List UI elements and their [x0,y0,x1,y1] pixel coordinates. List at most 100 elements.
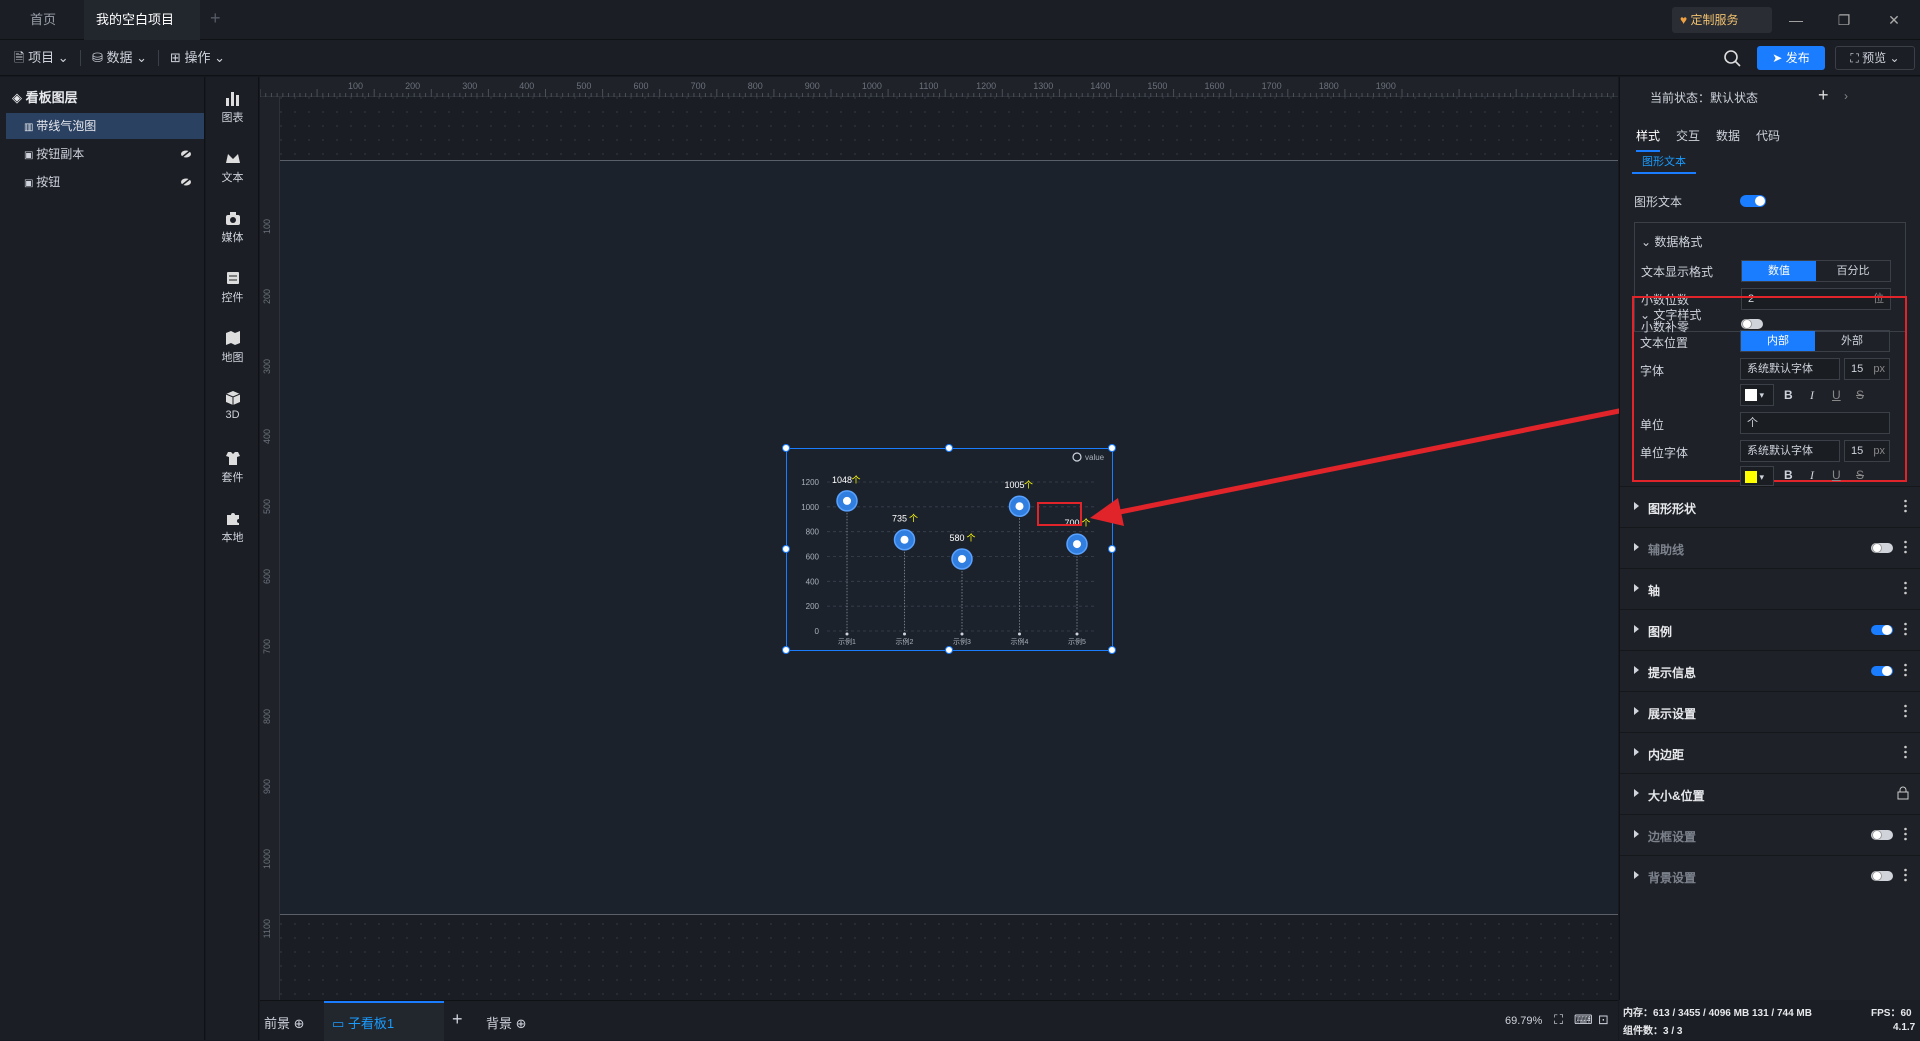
add-board-plus-icon[interactable]: + [452,1009,463,1030]
bubble-line-chart-widget[interactable]: value 0 200 400 600 800 1000 1200 1048 个示例1 735 个示例… [782,444,1116,654]
state-value[interactable]: 默认状态 [1710,91,1758,105]
unit-font-size-input[interactable]: 15 px [1844,440,1890,462]
strikethrough-icon[interactable]: S [1856,388,1864,402]
section-guide-line[interactable]: 辅助线 [1620,527,1920,568]
menu-operation[interactable]: ⊞ 操作 ⌄ [170,48,225,68]
chevron-right-icon[interactable]: › [1844,89,1848,103]
more-vertical-icon[interactable] [1904,704,1907,718]
graphic-text-toggle[interactable] [1740,195,1766,207]
italic-icon[interactable]: I [1810,468,1814,483]
section-tooltip[interactable]: 提示信息 [1620,650,1920,691]
add-circle-icon[interactable]: ⊕ [294,1016,305,1031]
resize-handle[interactable] [782,545,790,553]
tab-project[interactable]: 我的空白项目 [84,0,200,65]
lock-icon[interactable] [1897,786,1909,800]
add-state-plus-icon[interactable]: + [1818,85,1829,106]
tab-interaction[interactable]: 交互 [1676,127,1700,144]
layer-item-button[interactable]: ▣ 按钮 [6,169,204,195]
fit-screen-icon[interactable]: ⛶ [1554,1012,1563,1028]
tab-code[interactable]: 代码 [1756,127,1780,144]
tab-data[interactable]: 数据 [1716,127,1740,144]
tab-style[interactable]: 样式 [1636,127,1661,152]
restore-icon[interactable]: ❐ [1834,10,1854,30]
layer-item-bubble-chart[interactable]: ▥ 带线气泡图 [6,113,204,139]
section-border[interactable]: 边框设置 [1620,814,1920,855]
section-padding[interactable]: 内边距 [1620,732,1920,773]
keyboard-icon[interactable]: ⌨ [1574,1012,1593,1028]
eye-hidden-icon[interactable] [180,177,192,187]
more-vertical-icon[interactable] [1904,581,1907,595]
display-format-percent-option[interactable]: 百分比 [1816,261,1890,281]
data-format-title[interactable]: ⌄ 数据格式 [1641,233,1702,250]
more-vertical-icon[interactable] [1904,622,1907,636]
section-legend[interactable]: 图例 [1620,609,1920,650]
more-vertical-icon[interactable] [1904,827,1907,841]
terminal-icon[interactable]: ⊡ [1598,1012,1609,1028]
ruler-top[interactable]: 100 200 300 400 500 600 700 800 900 1000 1100 1200 1… [260,77,1618,97]
add-circle-icon[interactable]: ⊕ [516,1016,527,1031]
section-toggle[interactable] [1871,543,1893,553]
section-toggle[interactable] [1871,666,1893,676]
section-axis[interactable]: 轴 [1620,568,1920,609]
rail-item-kit[interactable]: 套件 [206,445,259,491]
resize-handle[interactable] [945,444,953,452]
font-size-input[interactable]: 15 px [1844,358,1890,380]
more-vertical-icon[interactable] [1904,868,1907,882]
rail-item-chart[interactable]: 图表 [206,85,259,131]
more-vertical-icon[interactable] [1904,499,1907,513]
subtab-graphic-text[interactable]: 图形文本 [1632,152,1696,174]
resize-handle[interactable] [782,646,790,654]
italic-icon[interactable]: I [1810,388,1814,403]
rail-item-media[interactable]: 媒体 [206,205,259,251]
text-position-outside-option[interactable]: 外部 [1815,331,1889,351]
menu-project[interactable]: 🗎 项目 ⌄ [14,48,69,68]
text-position-inside-option[interactable]: 内部 [1741,331,1815,351]
unit-font-color-picker[interactable]: ▾ [1740,466,1774,486]
tab-background[interactable]: 背景 ⊕ [486,1013,527,1032]
resize-handle[interactable] [782,444,790,452]
unit-font-select[interactable]: 系统默认字体 [1740,440,1840,462]
strikethrough-icon[interactable]: S [1856,468,1864,482]
bold-icon[interactable]: B [1784,468,1793,482]
rail-item-3d[interactable]: 3D [206,385,259,431]
resize-handle[interactable] [1108,646,1116,654]
new-tab-plus-icon[interactable]: + [210,8,221,29]
section-background[interactable]: 背景设置 [1620,855,1920,896]
tab-foreground[interactable]: 前景 ⊕ [264,1013,305,1032]
more-vertical-icon[interactable] [1904,663,1907,677]
custom-service-button[interactable]: ♥ 定制服务 [1672,7,1772,33]
layer-item-button-copy[interactable]: ▣ 按钮副本 [6,141,204,167]
close-icon[interactable]: ✕ [1884,10,1904,30]
section-toggle[interactable] [1871,625,1893,635]
section-display[interactable]: 展示设置 [1620,691,1920,732]
rail-item-control[interactable]: 控件 [206,265,259,311]
font-color-picker[interactable]: ▾ [1740,384,1774,406]
search-icon[interactable] [1722,48,1742,68]
eye-hidden-icon[interactable] [180,149,192,159]
publish-button[interactable]: ➤ 发布 [1757,46,1825,70]
more-vertical-icon[interactable] [1904,745,1907,759]
resize-handle[interactable] [945,646,953,654]
section-graphic-shape[interactable]: 图形形状 [1620,486,1920,527]
unit-input[interactable]: 个 [1740,412,1890,434]
section-size-position[interactable]: 大小&位置 [1620,773,1920,814]
more-vertical-icon[interactable] [1904,540,1907,554]
minimize-icon[interactable]: — [1786,10,1806,30]
rail-item-text[interactable]: 文本 [206,145,259,191]
ruler-left[interactable]: 100 200 300 400 500 600 700 800 900 1000 1100 [260,97,280,1000]
text-style-title[interactable]: ⌄ 文字样式 [1640,306,1701,323]
underline-icon[interactable]: U [1832,388,1841,402]
menu-data[interactable]: ⛁ 数据 ⌄ [92,48,147,68]
tab-home[interactable]: 首页 [18,0,68,40]
rail-item-local[interactable]: 本地 [206,505,259,551]
underline-icon[interactable]: U [1832,468,1841,482]
resize-handle[interactable] [1108,545,1116,553]
tab-sub-board[interactable]: ▭ 子看板1 [324,1001,444,1041]
section-toggle[interactable] [1871,830,1893,840]
section-toggle[interactable] [1871,871,1893,881]
font-select[interactable]: 系统默认字体 [1740,358,1840,380]
rail-item-map[interactable]: 地图 [206,325,259,371]
preview-button[interactable]: ⛶ 预览 ⌄ [1835,46,1915,70]
bold-icon[interactable]: B [1784,388,1793,402]
display-format-value-option[interactable]: 数值 [1742,261,1816,281]
